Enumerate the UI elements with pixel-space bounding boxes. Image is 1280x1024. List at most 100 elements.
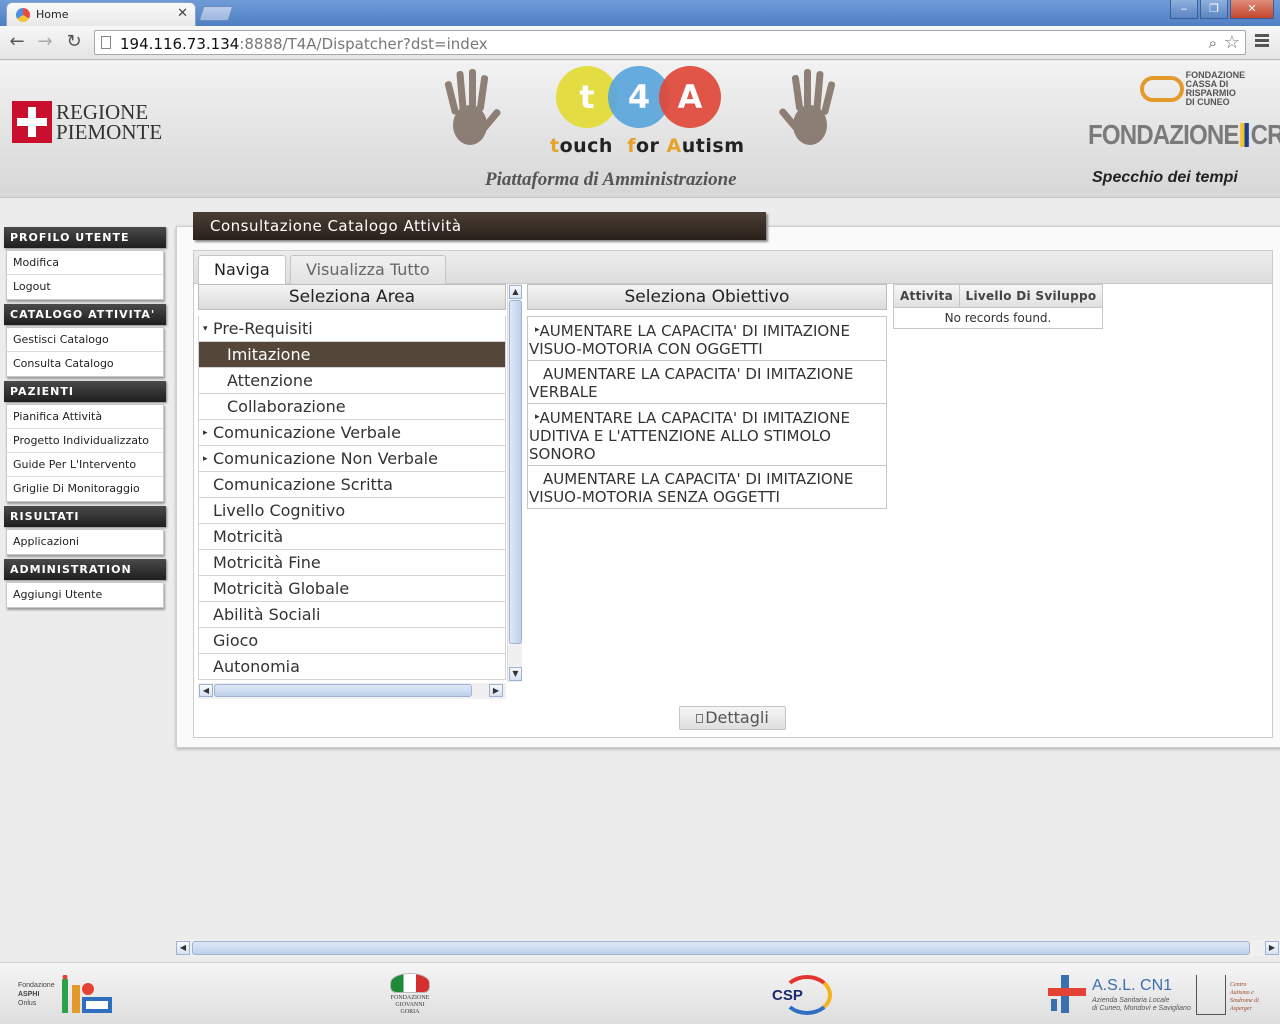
restore-button[interactable]: ❐ xyxy=(1200,0,1228,19)
url-text[interactable]: 194.116.73.134:8888/T4A/Dispatcher?dst=i… xyxy=(120,35,488,53)
regione-piemonte-logo: REGIONE PIEMONTE xyxy=(12,101,162,143)
objective-row[interactable]: ▸AUMENTARE LA CAPACITA' DI IMITAZIONE UD… xyxy=(527,404,887,466)
scroll-thumb[interactable] xyxy=(192,941,1250,955)
fondazione-crt-logo: FONDAZIONECRT xyxy=(1088,119,1280,150)
sidebar-item-guide-intervento[interactable]: Guide Per L'Intervento xyxy=(7,453,163,477)
grid-empty-message: No records found. xyxy=(944,311,1052,325)
area-horizontal-scrollbar[interactable]: ◀ ▶ xyxy=(198,683,506,699)
objective-row[interactable]: ▸AUMENTARE LA CAPACITA' DI IMITAZIONE VI… xyxy=(527,316,887,361)
scroll-left-icon[interactable]: ◀ xyxy=(176,941,190,955)
browser-tab[interactable]: Home ✕ xyxy=(6,2,196,26)
activity-grid: Attivita Livello Di Sviluppo No records … xyxy=(893,284,1103,329)
forward-icon[interactable]: → xyxy=(33,31,57,52)
grid-column-attivita[interactable]: Attivita xyxy=(894,285,960,307)
page-horizontal-scrollbar[interactable]: ◀ ▶ xyxy=(176,940,1280,956)
minimize-button[interactable]: ‒ xyxy=(1170,0,1198,19)
area-row[interactable]: ▸ Comunicazione Non Verbale xyxy=(198,446,506,472)
sidebar-menu: PROFILO UTENTE Modifica Logout CATALOGO … xyxy=(4,227,166,612)
browser-titlebar: Home ✕ ‒ ❐ ✕ xyxy=(0,0,1280,26)
site-banner: REGIONE PIEMONTE t 4 A touch for Autism … xyxy=(0,61,1280,198)
area-row[interactable]: Motricità Globale xyxy=(198,576,506,602)
scroll-right-icon[interactable]: ▶ xyxy=(1265,941,1279,955)
area-row-label: Livello Cognitivo xyxy=(213,501,346,520)
area-row[interactable]: Motricità Fine xyxy=(198,550,506,576)
sidebar-group-risultati: Applicazioni xyxy=(6,529,164,555)
area-row[interactable]: Abilità Sociali xyxy=(198,602,506,628)
area-row-label: Pre-Requisiti xyxy=(213,319,313,338)
t4a-circle-a: A xyxy=(659,66,721,128)
area-row[interactable]: ▾ Pre-Requisiti xyxy=(198,316,506,342)
scroll-right-icon[interactable]: ▶ xyxy=(489,684,503,697)
sidebar-item-aggiungi-utente[interactable]: Aggiungi Utente xyxy=(7,583,163,607)
sidebar-item-logout[interactable]: Logout xyxy=(7,275,163,299)
objective-row-label: AUMENTARE LA CAPACITA' DI IMITAZIONE VIS… xyxy=(529,322,850,358)
objective-row-label: AUMENTARE LA CAPACITA' DI IMITAZIONE UDI… xyxy=(529,409,850,463)
reload-icon[interactable]: ↻ xyxy=(62,31,86,52)
sidebar-item-progetto-individualizzato[interactable]: Progetto Individualizzato xyxy=(7,429,163,453)
browser-menu-icon[interactable] xyxy=(1255,34,1269,49)
objective-row[interactable]: AUMENTARE LA CAPACITA' DI IMITAZIONE VER… xyxy=(527,361,887,404)
area-row[interactable]: Gioco xyxy=(198,628,506,654)
sidebar-item-modifica[interactable]: Modifica xyxy=(7,251,163,275)
back-icon[interactable]: ← xyxy=(5,31,29,52)
footer-logos: Fondazione ASPHI Onlus FONDAZIONE GIOVAN… xyxy=(0,962,1280,1024)
area-row[interactable]: Comunicazione Scritta xyxy=(198,472,506,498)
tab-close-icon[interactable]: ✕ xyxy=(177,6,188,21)
expanded-arrow-icon[interactable]: ▾ xyxy=(203,316,208,342)
piemonte-flag-icon xyxy=(12,101,52,143)
fondazione-crc-logo: FONDAZIONE CASSA DI RISPARMIO DI CUNEO xyxy=(1140,71,1280,107)
objective-column-header: Seleziona Obiettivo xyxy=(527,284,887,310)
objective-list: ▸AUMENTARE LA CAPACITA' DI IMITAZIONE VI… xyxy=(527,316,887,509)
area-vertical-scrollbar[interactable]: ▲ ▼ xyxy=(507,284,522,682)
tab-visualizza-tutto[interactable]: Visualizza Tutto xyxy=(290,255,446,284)
area-row[interactable]: Autonomia xyxy=(198,654,506,680)
sidebar-item-applicazioni[interactable]: Applicazioni xyxy=(7,530,163,554)
handprint-left-icon xyxy=(444,69,501,145)
tab-naviga[interactable]: Naviga xyxy=(198,255,286,285)
scroll-thumb[interactable] xyxy=(509,300,522,644)
scroll-down-icon[interactable]: ▼ xyxy=(509,667,522,681)
sidebar-item-consulta-catalogo[interactable]: Consulta Catalogo xyxy=(7,352,163,376)
address-bar[interactable]: 194.116.73.134:8888/T4A/Dispatcher?dst=i… xyxy=(94,30,1246,55)
platform-title: Piattaforma di Amministrazione xyxy=(485,169,737,190)
sidebar-item-gestisci-catalogo[interactable]: Gestisci Catalogo xyxy=(7,328,163,352)
page-title: Consultazione Catalogo Attività xyxy=(193,212,766,240)
close-window-button[interactable]: ✕ xyxy=(1230,0,1274,19)
grid-column-livello[interactable]: Livello Di Sviluppo xyxy=(960,285,1102,307)
sidebar-item-pianifica-attivita[interactable]: Pianifica Attività xyxy=(7,405,163,429)
area-row[interactable]: Imitazione xyxy=(198,342,506,368)
area-tree: Seleziona Area ▾ Pre-Requisiti Imitazione A… xyxy=(198,284,522,700)
area-row[interactable]: Livello Cognitivo xyxy=(198,498,506,524)
browser-toolbar: ← → ↻ 194.116.73.134:8888/T4A/Dispatcher… xyxy=(0,26,1280,60)
area-row-label: Autonomia xyxy=(213,657,300,676)
crc-mark-icon xyxy=(1140,76,1184,102)
asphi-logo-text: Fondazione ASPHI Onlus xyxy=(18,982,55,1007)
sidebar-header-risultati: RISULTATI xyxy=(4,506,166,527)
area-row[interactable]: ▸ Comunicazione Verbale xyxy=(198,420,506,446)
centro-autismo-logo: Centro Autismo e Sindrome di Asperger xyxy=(1196,975,1259,1015)
asphi-logo-icon xyxy=(62,975,112,1013)
objective-list-panel: Seleziona Obiettivo ▸AUMENTARE LA CAPACI… xyxy=(527,284,887,509)
area-row[interactable]: Collaborazione xyxy=(198,394,506,420)
area-row[interactable]: Motricità xyxy=(198,524,506,550)
t4a-tagline: touch for Autism xyxy=(550,135,745,157)
window-controls: ‒ ❐ ✕ xyxy=(1168,0,1274,19)
area-row-label: Comunicazione Verbale xyxy=(213,423,401,442)
objective-row-label: AUMENTARE LA CAPACITA' DI IMITAZIONE VER… xyxy=(529,365,854,401)
collapsed-arrow-icon[interactable]: ▸ xyxy=(203,446,208,472)
bookmark-star-icon[interactable]: ☆ xyxy=(1224,32,1240,53)
area-row[interactable]: Attenzione xyxy=(198,368,506,394)
collapsed-arrow-icon[interactable]: ▸ xyxy=(203,420,208,446)
sidebar-group-profilo: Modifica Logout xyxy=(6,250,164,300)
t4a-logo: t 4 A xyxy=(556,66,726,134)
scroll-up-icon[interactable]: ▲ xyxy=(509,285,522,299)
objective-row[interactable]: AUMENTARE LA CAPACITA' DI IMITAZIONE VIS… xyxy=(527,466,887,509)
regione-line2: PIEMONTE xyxy=(56,120,163,144)
sidebar-item-griglie-monitoraggio[interactable]: Griglie Di Monitoraggio xyxy=(7,477,163,501)
scroll-left-icon[interactable]: ◀ xyxy=(199,684,213,697)
sidebar-header-profilo: PROFILO UTENTE xyxy=(4,227,166,248)
new-tab-button[interactable] xyxy=(198,6,234,21)
dettagli-button[interactable]: Dettagli xyxy=(679,706,786,730)
zoom-icon[interactable]: ⌕ xyxy=(1209,34,1217,52)
scroll-thumb[interactable] xyxy=(214,684,472,697)
